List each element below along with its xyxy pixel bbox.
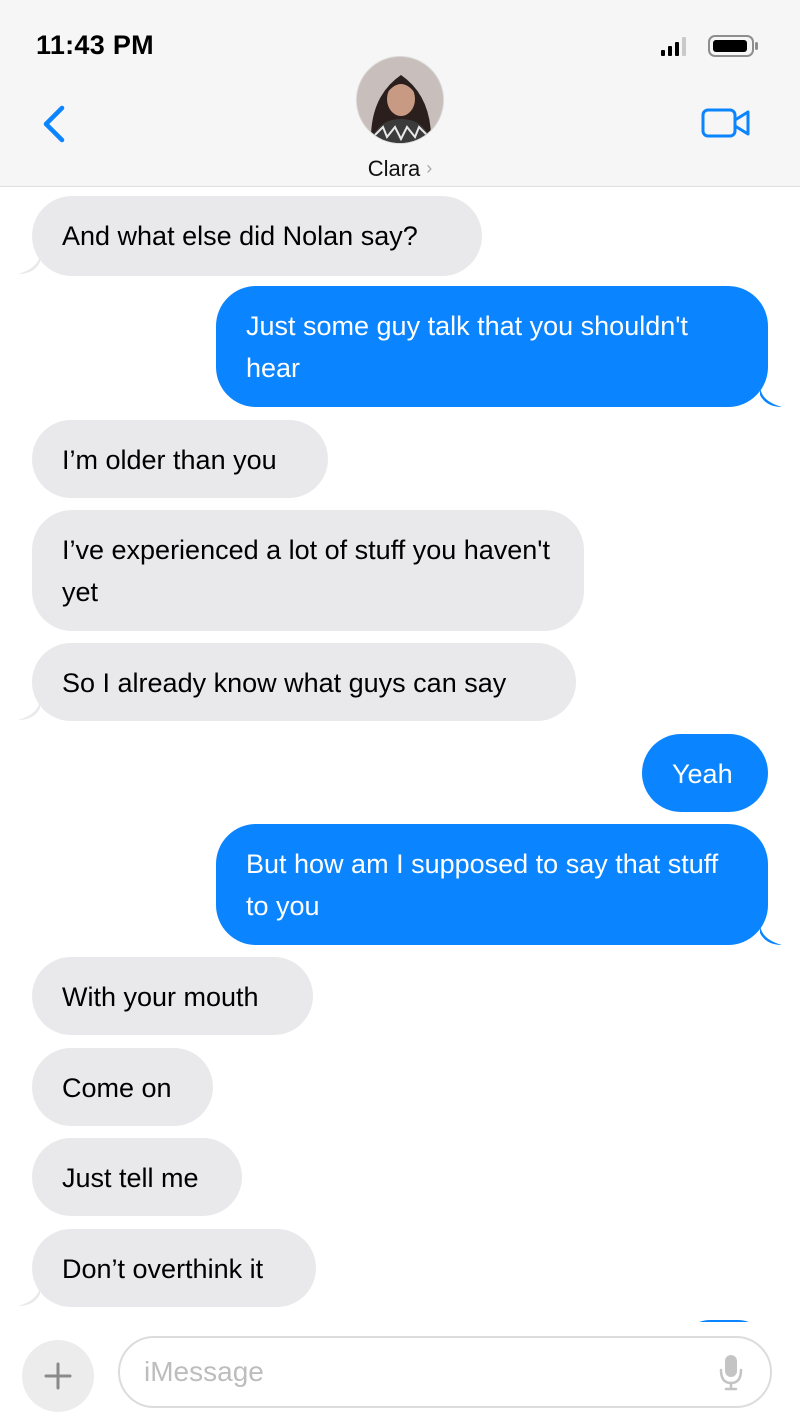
- chevron-right-icon: ›: [426, 158, 433, 178]
- message-bubble-outgoing[interactable]: Yeah: [642, 734, 768, 812]
- conversation-header: 11:43 PM Clara ›: [0, 0, 800, 187]
- status-time: 11:43 PM: [36, 30, 154, 60]
- message-text: So I already know what guys can say: [62, 668, 507, 698]
- contact-name-button[interactable]: Clara ›: [0, 156, 800, 182]
- message-bubble-incoming[interactable]: I’ve experienced a lot of stuff you have…: [32, 510, 584, 631]
- message-text: But how am I supposed to say that stuff …: [246, 849, 719, 921]
- bubble-tail: [18, 1284, 40, 1306]
- microphone-icon[interactable]: [718, 1353, 744, 1391]
- cellular-signal-icon: [661, 37, 686, 56]
- message-text: Don’t overthink it: [62, 1254, 264, 1284]
- message-bubble-incoming[interactable]: With your mouth: [32, 957, 313, 1035]
- message-thread[interactable]: And what else did Nolan say? Just some g…: [0, 188, 800, 1322]
- message-bubble-incoming[interactable]: Come on: [32, 1048, 213, 1126]
- battery-icon: [708, 35, 758, 57]
- message-text: Come on: [62, 1073, 172, 1103]
- message-bubble-incoming[interactable]: Don’t overthink it: [32, 1229, 316, 1307]
- avatar[interactable]: [356, 56, 444, 144]
- add-attachment-button[interactable]: [22, 1340, 94, 1412]
- message-text: Just some guy talk that you shouldn't he…: [246, 311, 688, 383]
- message-bubble-incoming[interactable]: I’m older than you: [32, 420, 328, 498]
- message-composer: [0, 1322, 800, 1422]
- plus-icon: [44, 1362, 72, 1390]
- message-bubble-outgoing[interactable]: But how am I supposed to say that stuff …: [216, 824, 768, 945]
- message-text: Just tell me: [62, 1163, 199, 1193]
- bubble-tail: [760, 385, 782, 407]
- message-text: I’ve experienced a lot of stuff you have…: [62, 535, 550, 607]
- message-bubble-incoming[interactable]: And what else did Nolan say?: [32, 196, 482, 276]
- bubble-tail: [18, 698, 40, 720]
- message-text: And what else did Nolan say?: [62, 221, 418, 251]
- contact-name: Clara: [367, 156, 421, 181]
- message-text: I’m older than you: [62, 445, 277, 475]
- bubble-tail: [18, 252, 40, 274]
- message-bubble-outgoing[interactable]: Just some guy talk that you shouldn't he…: [216, 286, 768, 407]
- message-bubble-incoming[interactable]: So I already know what guys can say: [32, 643, 576, 721]
- avatar-photo: [357, 57, 443, 143]
- message-bubble-incoming[interactable]: Just tell me: [32, 1138, 242, 1216]
- back-chevron-icon[interactable]: [38, 104, 70, 144]
- message-text: Yeah: [672, 759, 733, 789]
- message-input-container[interactable]: [118, 1336, 772, 1408]
- bubble-tail: [760, 923, 782, 945]
- message-input[interactable]: [144, 1338, 704, 1406]
- video-camera-icon[interactable]: [700, 106, 752, 140]
- message-text: With your mouth: [62, 982, 259, 1012]
